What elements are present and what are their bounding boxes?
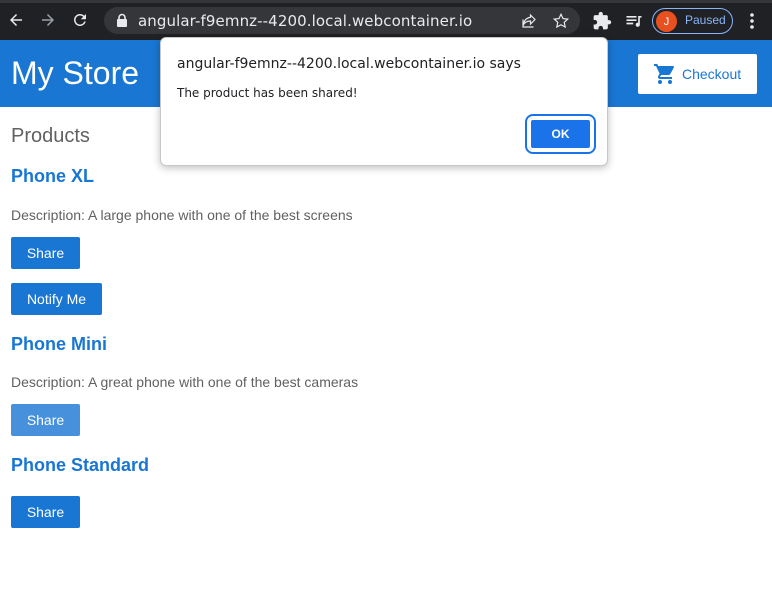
media-queue-icon[interactable] [624, 11, 644, 31]
back-button[interactable] [5, 9, 27, 31]
alert-dialog: angular-f9emnz--4200.local.webcontainer.… [160, 37, 608, 166]
star-icon[interactable] [552, 12, 570, 30]
share-button[interactable]: Share [11, 496, 80, 528]
profile-button[interactable]: J Paused [652, 8, 733, 34]
reload-icon [73, 13, 86, 26]
tab-strip [0, 0, 772, 3]
ok-button[interactable]: OK [525, 114, 596, 154]
url-text: angular-f9emnz--4200.local.webcontainer.… [138, 12, 473, 30]
checkout-label: Checkout [682, 66, 742, 82]
product-name-phone-xl[interactable]: Phone XL [11, 166, 94, 187]
product-name-phone-mini[interactable]: Phone Mini [11, 334, 107, 355]
share-button[interactable]: Share [11, 237, 80, 269]
reload-button[interactable] [69, 9, 91, 31]
browser-toolbar: angular-f9emnz--4200.local.webcontainer.… [0, 0, 772, 40]
store-title[interactable]: My Store [11, 55, 139, 92]
more-menu-icon[interactable] [745, 11, 759, 31]
avatar: J [656, 11, 677, 32]
lock-icon [117, 13, 127, 27]
notify-me-button[interactable]: Notify Me [11, 283, 102, 315]
product-description: Description: A great phone with one of t… [11, 374, 359, 390]
share-button[interactable]: Share [11, 404, 80, 436]
share-page-icon[interactable] [520, 12, 538, 30]
forward-button[interactable] [37, 9, 59, 31]
product-description: Description: A large phone with one of t… [11, 207, 353, 223]
dialog-title: angular-f9emnz--4200.local.webcontainer.… [177, 56, 521, 72]
shopping-cart-icon [654, 64, 675, 84]
dialog-message: The product has been shared! [177, 86, 358, 100]
profile-status: Paused [685, 13, 726, 27]
address-bar[interactable]: angular-f9emnz--4200.local.webcontainer.… [104, 7, 580, 34]
arrow-left-icon [10, 14, 22, 26]
products-heading: Products [11, 125, 90, 147]
checkout-button[interactable]: Checkout [638, 54, 757, 94]
extensions-icon[interactable] [592, 11, 612, 31]
product-name-phone-standard[interactable]: Phone Standard [11, 455, 149, 476]
arrow-right-icon [42, 14, 54, 26]
